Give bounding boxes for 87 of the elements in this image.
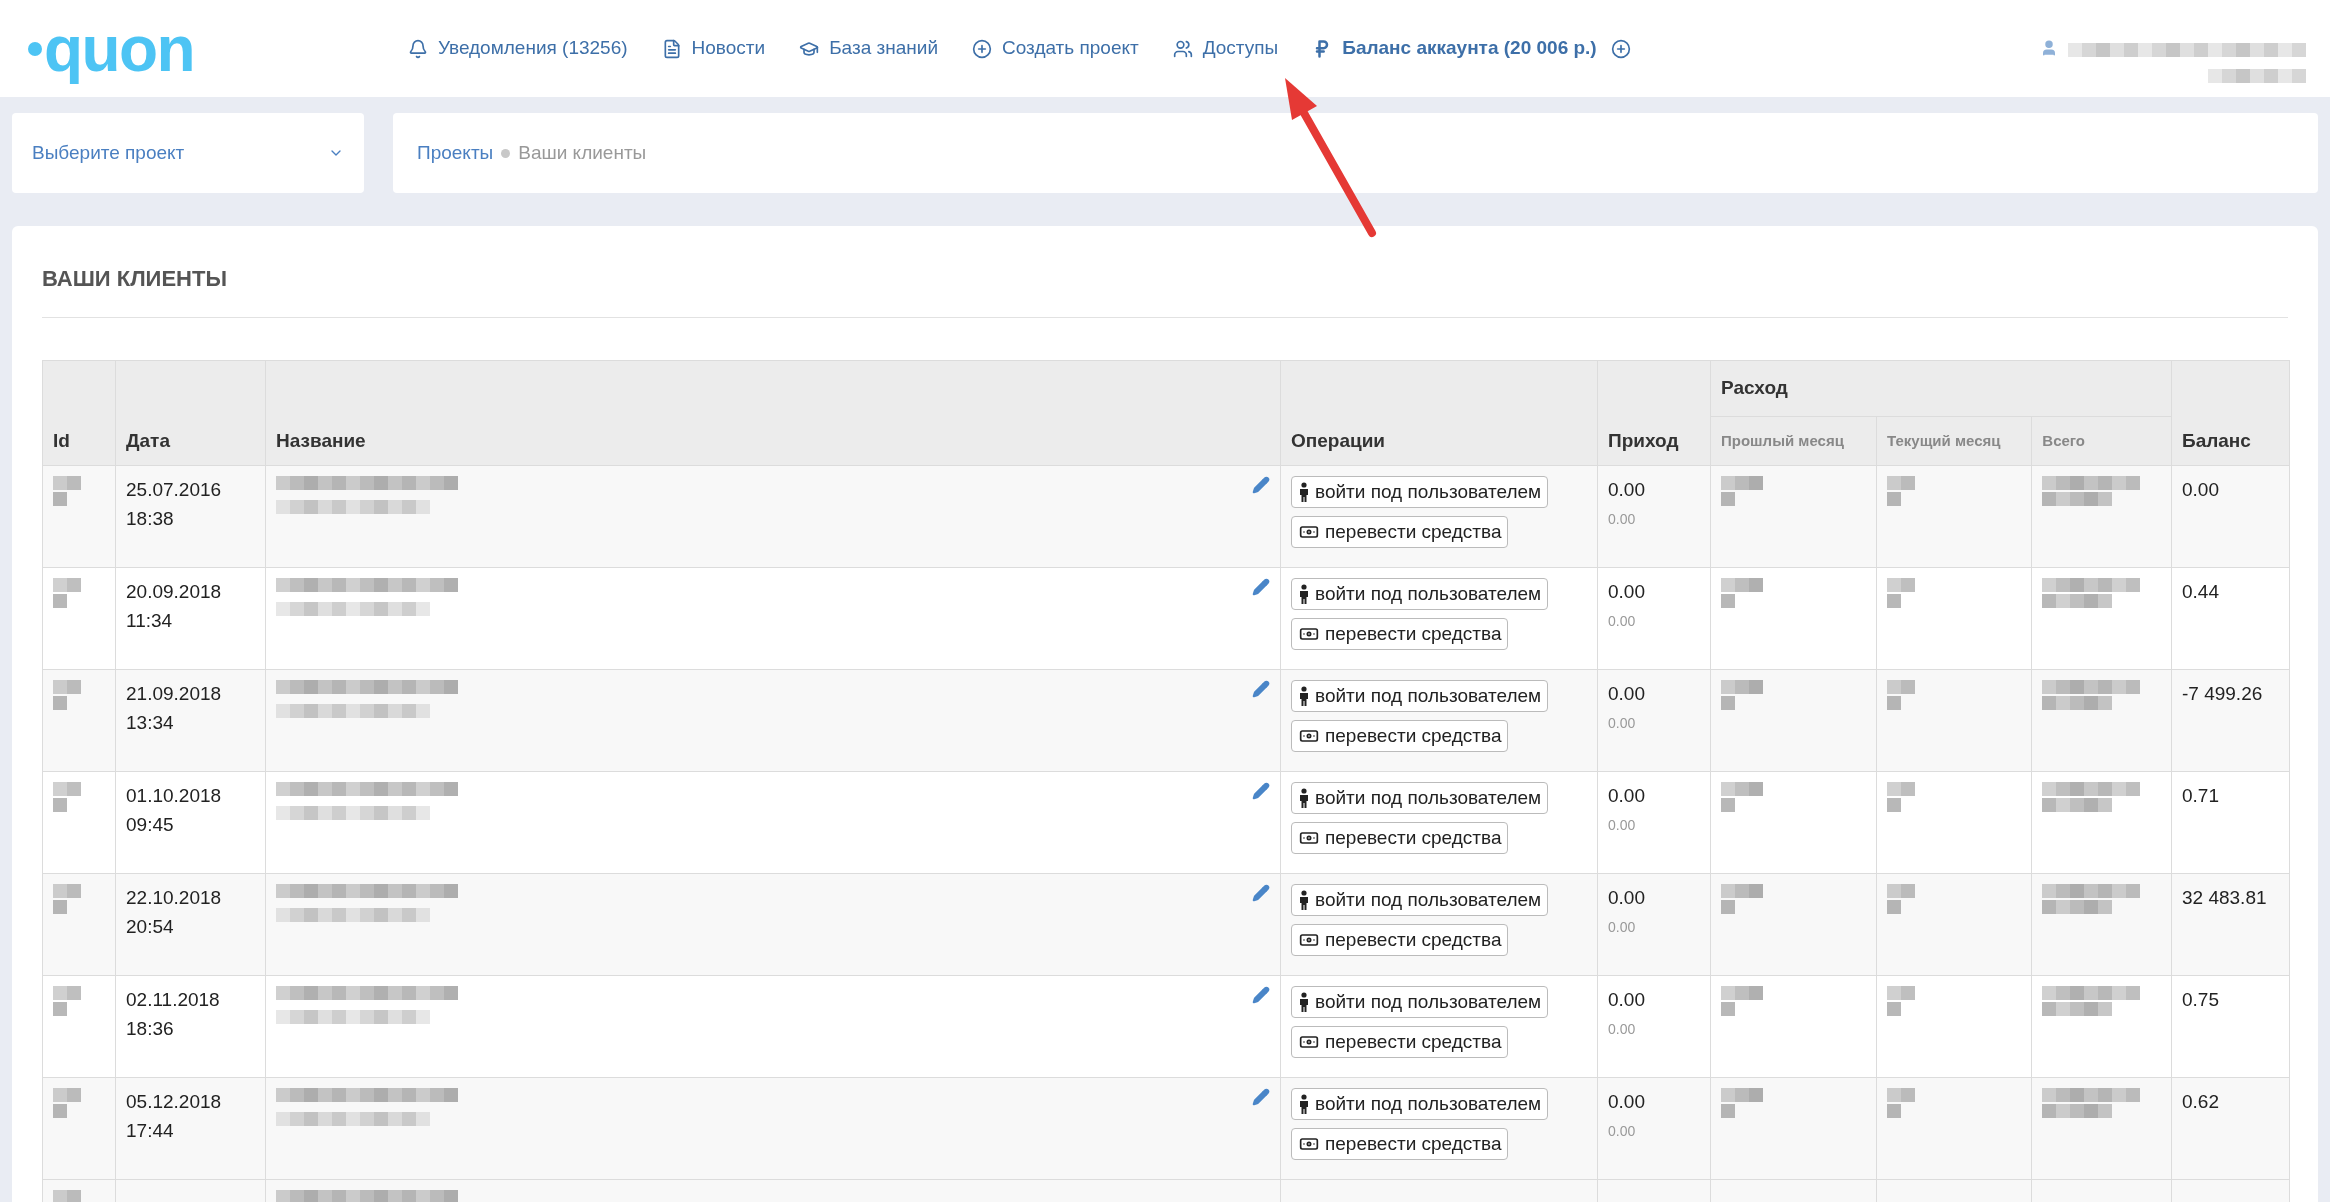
- project-select[interactable]: Выберите проект: [12, 113, 364, 193]
- income-text: 0.00: [1608, 580, 1646, 604]
- date-text: 01.10.2018: [126, 784, 223, 808]
- breadcrumb-link[interactable]: Проекты: [417, 138, 494, 168]
- bell-icon: [408, 38, 428, 59]
- income-note: 0.00: [1608, 713, 1637, 733]
- edit-icon[interactable]: [1252, 578, 1270, 596]
- income-text: 0.00: [1608, 1090, 1646, 1114]
- nav-link[interactable]: Новости: [661, 34, 766, 63]
- transfer-funds-button[interactable]: перевести средства: [1291, 516, 1509, 548]
- balance-text: -7 499.26: [2182, 682, 2264, 706]
- transfer-funds-button[interactable]: перевести средства: [1291, 924, 1509, 956]
- column-group-header: Расход: [1710, 360, 2172, 417]
- login-as-user-button[interactable]: войти под пользователем: [1291, 1088, 1549, 1120]
- edit-icon[interactable]: [1252, 986, 1270, 1004]
- balance-text: 0.00: [2182, 478, 2220, 502]
- login-as-user-button[interactable]: войти под пользователем: [1291, 578, 1549, 610]
- subcolumn-header: Прошлый месяц: [1710, 416, 1877, 466]
- date-text: 05.12.2018: [126, 1090, 223, 1114]
- income-note: 0.00: [1608, 1121, 1637, 1141]
- income-note: 0.00: [1608, 1019, 1637, 1039]
- edit-icon[interactable]: [1252, 884, 1270, 902]
- edit-icon[interactable]: [1252, 782, 1270, 800]
- column-header: Баланс: [2171, 360, 2290, 466]
- column-header: Дата: [115, 360, 266, 466]
- time-text: 13:34: [126, 710, 175, 735]
- transfer-funds-button[interactable]: перевести средства: [1291, 720, 1509, 752]
- transfer-funds-button[interactable]: перевести средства: [1291, 618, 1509, 650]
- income-note: 0.00: [1608, 611, 1637, 631]
- login-as-user-button[interactable]: войти под пользователем: [1291, 680, 1549, 712]
- subcolumn-header: Текущий месяц: [1876, 416, 2032, 466]
- date-text: 21.09.2018: [126, 682, 223, 706]
- section-title: ВАШИ КЛИЕНТЫ: [42, 262, 2288, 318]
- person-icon: [1298, 686, 1310, 706]
- nav-link[interactable]: Уведомления (13256): [408, 34, 628, 63]
- login-as-user-button[interactable]: войти под пользователем: [1291, 782, 1549, 814]
- date-text: 02.11.2018: [126, 988, 221, 1012]
- income-note: 0.00: [1608, 815, 1637, 835]
- person-icon: [1298, 584, 1310, 604]
- time-text: 17:44: [126, 1118, 175, 1143]
- add-funds-icon[interactable]: [1610, 38, 1631, 59]
- balance-text: 0.75: [2182, 988, 2220, 1012]
- income-note: 0.00: [1608, 509, 1637, 529]
- income-text: 0.00: [1608, 988, 1646, 1012]
- transfer-funds-button[interactable]: перевести средства: [1291, 1128, 1509, 1160]
- transfer-funds-button[interactable]: перевести средства: [1291, 1026, 1509, 1058]
- user-icon: [2040, 38, 2058, 57]
- balance-text: 0.62: [2182, 1090, 2220, 1114]
- income-note: 0.00: [1608, 917, 1637, 937]
- edit-icon[interactable]: [1252, 680, 1270, 698]
- person-icon: [1298, 890, 1310, 910]
- income-text: 0.00: [1608, 886, 1646, 910]
- transfer-funds-button[interactable]: перевести средства: [1291, 822, 1509, 854]
- edit-icon[interactable]: [1252, 476, 1270, 494]
- column-header: Название: [265, 360, 1281, 466]
- date-text: 22.10.2018: [126, 886, 223, 910]
- login-as-user-button[interactable]: войти под пользователем: [1291, 884, 1549, 916]
- column-header: Операции: [1280, 360, 1598, 466]
- time-text: 09:45: [126, 812, 175, 837]
- column-header: Приход: [1597, 360, 1711, 466]
- balance-text: 0.71: [2182, 784, 2220, 808]
- income-text: 0.00: [1608, 682, 1646, 706]
- time-text: 11:34: [126, 608, 174, 633]
- person-icon: [1298, 482, 1310, 502]
- person-icon: [1298, 1094, 1310, 1114]
- users-icon: [1172, 38, 1193, 59]
- nav-link[interactable]: Создать проект: [972, 34, 1139, 63]
- time-text: 20:54: [126, 914, 175, 939]
- nav-link[interactable]: Доступы: [1172, 34, 1279, 63]
- plus-icon: [972, 38, 992, 59]
- person-icon: [1298, 992, 1310, 1012]
- balance-text: 32 483.81: [2182, 886, 2268, 910]
- income-text: 0.00: [1608, 784, 1646, 808]
- nav-link[interactable]: База знаний: [799, 34, 938, 63]
- edit-icon[interactable]: [1252, 1088, 1270, 1106]
- balance-link[interactable]: Баланс аккаунта (20 006 р.): [1312, 34, 1597, 63]
- time-text: 18:38: [126, 506, 175, 531]
- person-icon: [1298, 788, 1310, 808]
- date-text: 25.07.2016: [126, 478, 223, 502]
- login-as-user-button[interactable]: войти под пользователем: [1291, 986, 1549, 1018]
- balance-text: 0.44: [2182, 580, 2220, 604]
- login-as-user-button[interactable]: войти под пользователем: [1291, 476, 1549, 508]
- dot-separator: [501, 148, 511, 158]
- time-text: 18:36: [126, 1016, 175, 1041]
- column-header: Id: [42, 360, 116, 466]
- date-text: 20.09.2018: [126, 580, 223, 604]
- income-text: 0.00: [1608, 478, 1646, 502]
